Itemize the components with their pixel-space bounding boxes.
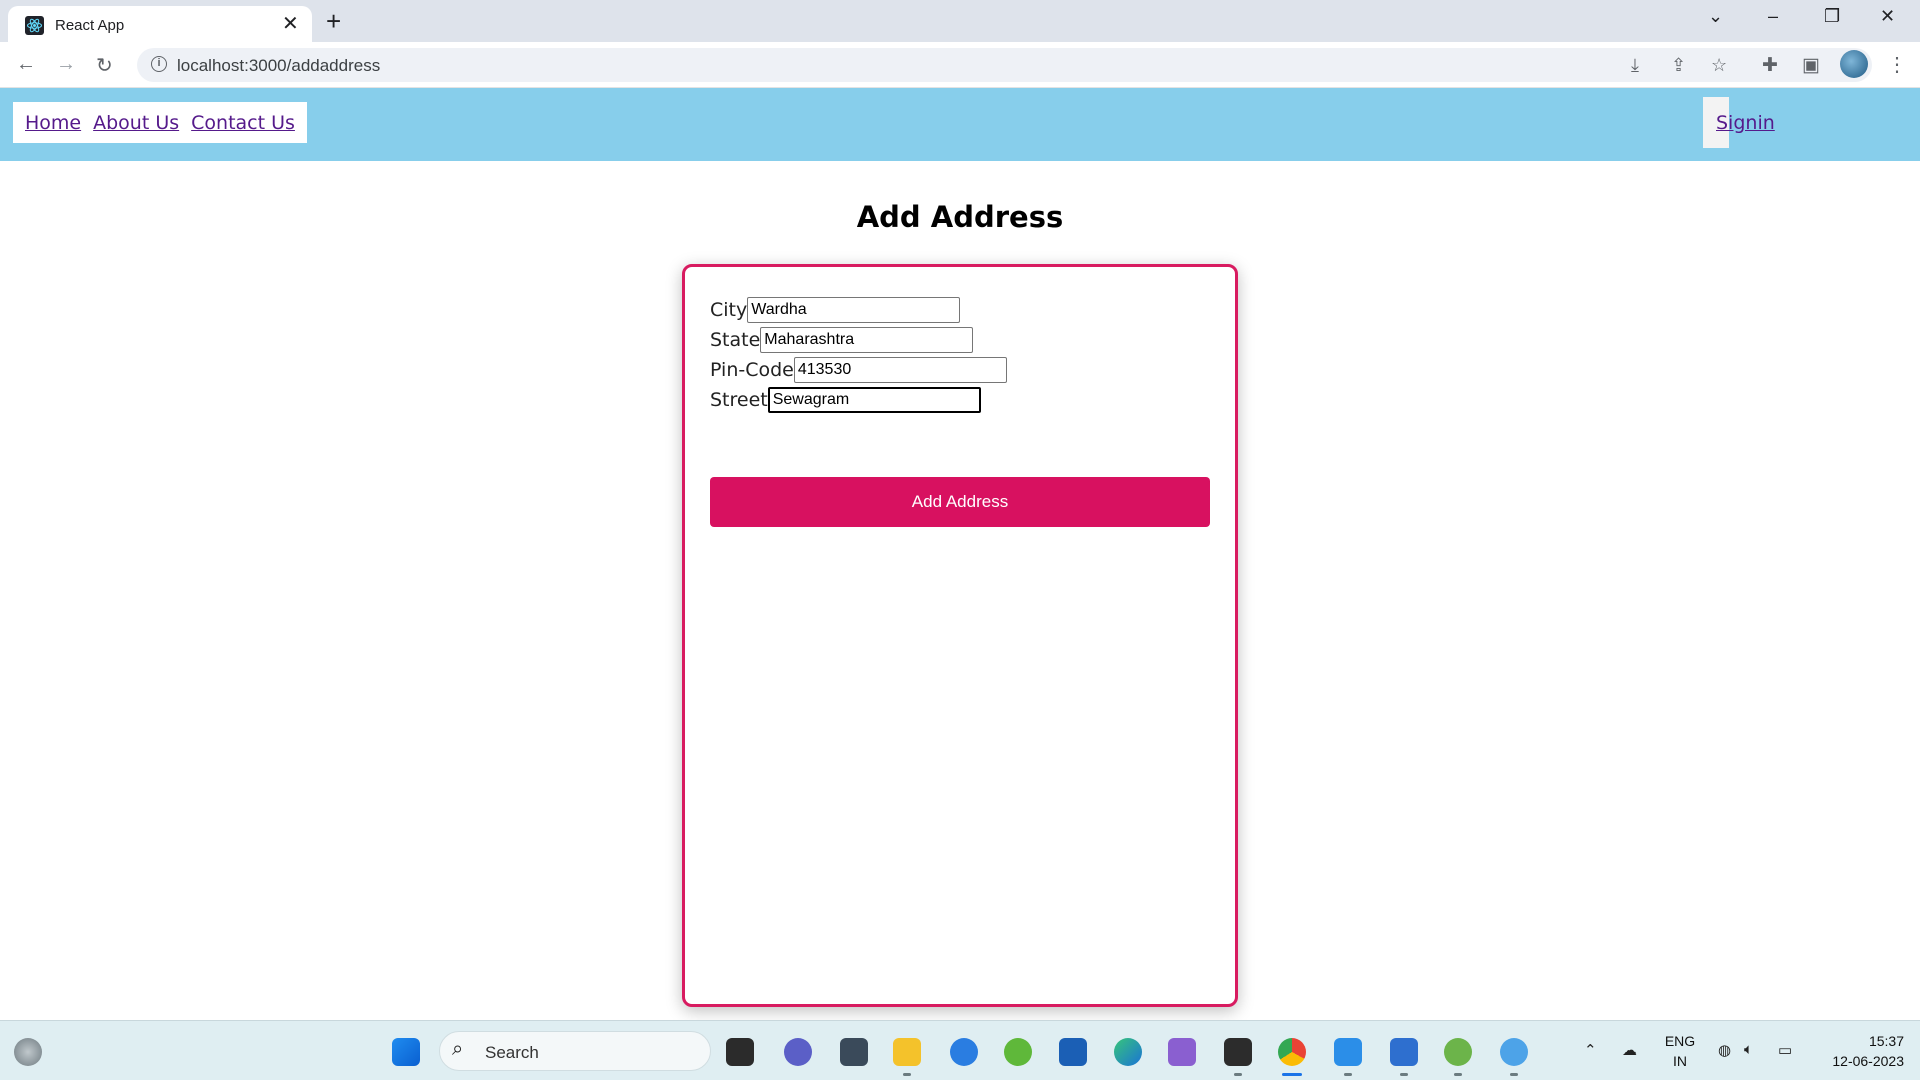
notepad-active-indicator [1400,1073,1408,1076]
taskbar-clock[interactable]: 15:37 12-06-2023 [1814,1031,1904,1071]
share-icon[interactable]: ⇪ [1671,55,1686,76]
menu-kebab-icon[interactable]: ⋮ [1887,52,1907,77]
window-close-icon[interactable]: ✕ [1880,6,1895,27]
nav-link-about[interactable]: About Us [93,112,179,134]
browser-tab[interactable]: React App ✕ [8,6,312,42]
tab-close-icon[interactable]: ✕ [282,14,299,34]
pincode-input[interactable] [793,357,1007,383]
explorer-active-indicator [903,1073,911,1076]
profile-avatar[interactable] [1840,50,1868,78]
pincode-label: Pin-Code [710,359,794,381]
url-text[interactable]: localhost:3000/addaddress [177,56,380,76]
file-explorer-icon[interactable] [893,1038,921,1066]
windows-taskbar: ⌕ Search ⌃ ☁ ENG IN ◍ 🔈︎ ▭ 15:37 12-06-2… [0,1020,1920,1080]
nav-link-home[interactable]: Home [25,112,81,134]
address-form-card: City State Pin-Code Street Add Address [682,264,1238,1007]
chrome-icon[interactable] [1278,1038,1306,1066]
network-globe-icon[interactable]: ◍ [1718,1041,1731,1059]
tab-search-chevron-icon[interactable]: ⌄ [1708,6,1723,27]
terminal-icon[interactable] [1224,1038,1252,1066]
chat-icon[interactable] [784,1038,812,1066]
side-panel-icon[interactable]: ▣ [1802,54,1820,77]
chrome-active-indicator [1282,1073,1302,1076]
browser-toolbar: ← → ↻ i localhost:3000/addaddress ⤓ ⇪ ☆ … [0,42,1920,88]
paint-icon[interactable] [1500,1038,1528,1066]
store-icon[interactable] [1059,1038,1087,1066]
app-icon[interactable] [950,1038,978,1066]
back-icon[interactable]: ← [16,53,36,76]
windows-start-icon[interactable] [392,1038,420,1066]
reload-icon[interactable]: ↻ [96,53,113,78]
weather-widget-icon[interactable] [14,1038,42,1066]
battery-icon[interactable]: ▭ [1778,1041,1792,1059]
taskbar-search-text: Search [485,1043,539,1062]
city-label: City [710,299,748,321]
task-view-icon[interactable] [726,1038,754,1066]
taskbar-search[interactable]: ⌕ Search [439,1031,711,1071]
clock-date: 12-06-2023 [1832,1053,1904,1069]
state-label: State [710,329,761,351]
city-input[interactable] [747,297,961,323]
forward-icon[interactable]: → [56,53,76,76]
search-icon: ⌕ [452,1038,464,1060]
browser-tab-strip: React App ✕ + ⌄ – ❐ ✕ [0,0,1920,42]
minimize-icon[interactable]: – [1768,6,1778,27]
camera-icon[interactable] [840,1038,868,1066]
visual-studio-icon[interactable] [1168,1038,1196,1066]
street-row: Street [710,387,981,413]
language-code: ENG [1664,1033,1696,1049]
extensions-puzzle-icon[interactable]: ✚ [1762,54,1778,77]
nav-link-contact[interactable]: Contact Us [191,112,295,134]
state-row: State [710,327,974,353]
install-app-icon[interactable]: ⤓ [1631,55,1639,76]
notepad-icon[interactable] [1390,1038,1418,1066]
pincode-row: Pin-Code [710,357,1007,383]
new-tab-icon[interactable]: + [326,8,341,34]
region-code: IN [1673,1053,1687,1069]
tray-overflow-chevron-icon[interactable]: ⌃ [1584,1041,1597,1059]
spring-active-indicator [1454,1073,1462,1076]
clock-time: 15:37 [1868,1033,1904,1049]
page-title: Add Address [856,200,1064,234]
bookmark-star-icon[interactable]: ☆ [1711,55,1727,76]
state-input[interactable] [760,327,974,353]
terminal-active-indicator [1234,1073,1242,1076]
street-label: Street [710,389,768,411]
volume-icon[interactable]: 🔈︎ [1744,1041,1753,1058]
nav-links: Home About Us Contact Us [13,102,307,143]
city-row: City [710,297,961,323]
site-info-icon[interactable]: i [151,56,167,72]
react-favicon-icon [25,16,44,35]
site-navbar: Home About Us Contact Us Signin [0,88,1920,161]
add-address-button[interactable]: Add Address [710,477,1210,527]
vscode-icon[interactable] [1334,1038,1362,1066]
tab-title: React App [55,17,125,34]
street-input[interactable] [767,387,981,413]
restore-icon[interactable]: ❐ [1824,6,1840,27]
paint-active-indicator [1510,1073,1518,1076]
signin-link[interactable]: Signin [1716,112,1775,134]
edge-icon[interactable] [1114,1038,1142,1066]
onedrive-icon[interactable]: ☁ [1622,1041,1637,1059]
vscode-active-indicator [1344,1073,1352,1076]
address-bar[interactable]: i localhost:3000/addaddress ⤓ ⇪ ☆ [137,48,1872,82]
spring-tool-icon[interactable] [1004,1038,1032,1066]
language-indicator[interactable]: ENG IN [1660,1031,1700,1071]
spring-tool-2-icon[interactable] [1444,1038,1472,1066]
